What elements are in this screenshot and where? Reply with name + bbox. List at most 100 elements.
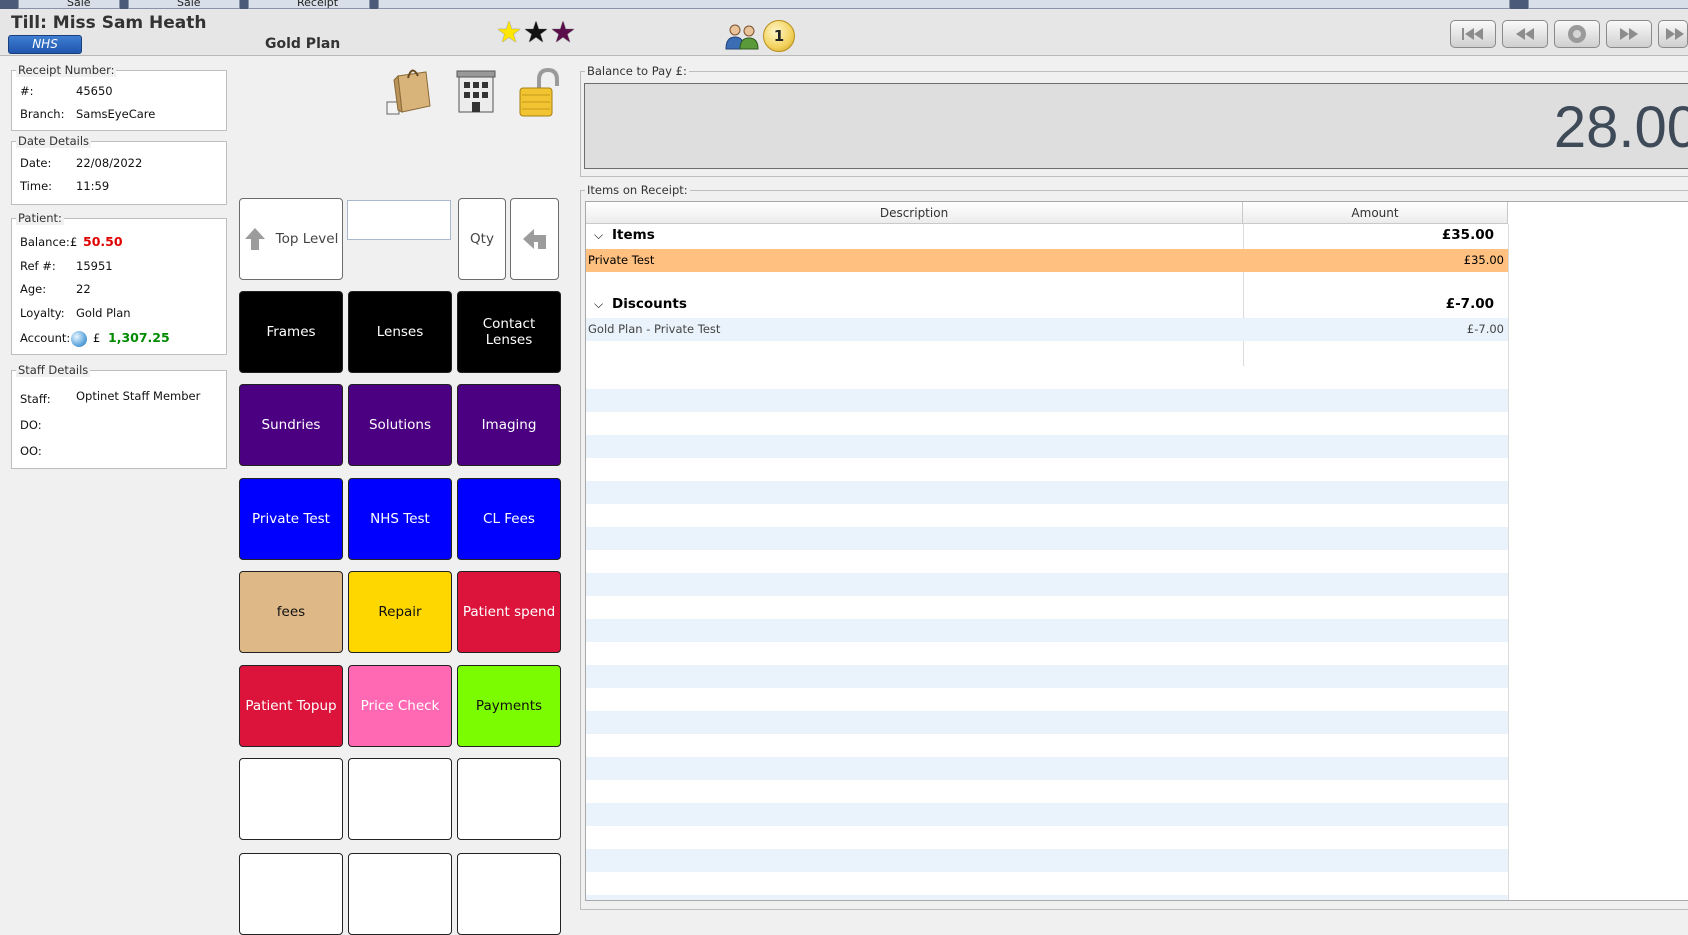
patient-group: Patient: Balance: £ 50.50 Ref #: 15951 A… [11,211,227,355]
last-record-button[interactable] [1658,20,1688,48]
tile-empty[interactable] [348,758,452,840]
tile-imaging[interactable]: Imaging [457,384,561,466]
tile-private-test[interactable]: Private Test [239,478,343,560]
record-button[interactable] [1554,20,1600,48]
row-amount: £-7.00 [1466,322,1504,336]
till-title: Till: Miss Sam Heath [11,13,207,33]
receipt-items-grid[interactable]: Description Amount ⌵ Items £35.00 Privat… [585,201,1688,901]
last-record-icon [1666,28,1684,40]
tile-fees[interactable]: fees [239,571,343,653]
date-value: 22/08/2022 [76,156,143,170]
empty-row [586,665,1508,688]
empty-row [586,458,1508,481]
column-divider-right [1508,224,1509,900]
empty-row [586,366,1508,389]
tile-price-check[interactable]: Price Check [348,665,452,747]
age-value: 22 [76,282,91,296]
tile-empty[interactable] [457,853,561,935]
bag-icon[interactable] [386,66,434,118]
tile-empty[interactable] [457,758,561,840]
tile-empty[interactable] [239,853,343,935]
back-button[interactable] [510,198,559,280]
nhs-badge[interactable]: NHS [8,35,82,54]
tile-nhs-test[interactable]: NHS Test [348,478,452,560]
table-row[interactable]: Private Test £35.00 [586,249,1508,272]
account-value: 1,307.25 [108,330,170,345]
patient-count-badge[interactable]: 1 [763,20,795,52]
staff-value: Optinet Staff Member [76,389,201,403]
empty-row [586,619,1508,642]
balance-to-pay-display: 28.00 [584,83,1688,169]
people-icon[interactable] [724,22,760,50]
tile-cl-fees[interactable]: CL Fees [457,478,561,560]
row-description: Private Test [588,253,655,267]
building-icon[interactable] [456,68,496,114]
tile-contact-lenses[interactable]: Contact Lenses [457,291,561,373]
date-label: Date: [20,156,52,170]
globe-icon[interactable] [71,331,87,347]
tile-payments[interactable]: Payments [457,665,561,747]
age-label: Age: [20,282,47,296]
group-header-discounts[interactable]: ⌵ Discounts £-7.00 [586,293,1508,316]
chevron-down-icon[interactable]: ⌵ [594,293,603,316]
tile-lenses[interactable]: Lenses [348,291,452,373]
patient-legend: Patient: [16,211,64,225]
tile-sundries[interactable]: Sundries [239,384,343,466]
loyalty-value: Gold Plan [76,306,131,320]
date-details-group: Date Details Date: 22/08/2022 Time: 11:5… [11,134,227,205]
empty-row [586,803,1508,826]
menu-tab-right[interactable] [1528,0,1688,9]
chevron-down-icon[interactable]: ⌵ [594,224,603,247]
account-label: Account: [20,331,71,345]
top-level-button[interactable]: Top Level [239,198,343,280]
tile-empty[interactable] [239,758,343,840]
receipt-number-legend: Receipt Number: [16,63,117,77]
empty-row [586,872,1508,895]
loyalty-label: Loyalty: [20,306,65,320]
group-name: Discounts [612,296,687,312]
menu-tab-sale[interactable]: Sale [18,0,120,9]
tile-empty[interactable] [348,853,452,935]
tile-patient-topup[interactable]: Patient Topup [239,665,343,747]
staff-details-group: Staff Details Staff: Optinet Staff Membe… [11,363,227,469]
tile-frames[interactable]: Frames [239,291,343,373]
qty-button[interactable]: Qty [458,198,506,280]
oo-label: OO: [20,444,42,458]
branch-label: Branch: [20,107,65,121]
staff-details-legend: Staff Details [16,363,91,377]
description-column-header[interactable]: Description [586,202,1243,224]
previous-record-button[interactable] [1502,20,1548,48]
balance-currency: £ [70,235,78,249]
balance-to-pay-amount: 28.00 [1553,95,1688,160]
back-arrow-icon [522,229,546,249]
empty-row [586,849,1508,872]
ref-value: 15951 [76,259,113,273]
menu-tab-other[interactable] [378,0,1510,9]
group-header-items[interactable]: ⌵ Items £35.00 [586,224,1508,247]
staff-label: Staff: [20,392,51,406]
next-record-button[interactable] [1606,20,1652,48]
empty-row [586,895,1508,900]
balance-to-pay-legend: Balance to Pay £: [585,64,689,78]
items-on-receipt-legend: Items on Receipt: [585,183,690,197]
purple-star-icon: ★ [550,15,576,49]
empty-row [586,412,1508,435]
amount-column-header[interactable]: Amount [1243,202,1508,224]
record-icon [1568,25,1586,43]
tile-repair[interactable]: Repair [348,571,452,653]
do-label: DO: [20,418,42,432]
tile-solutions[interactable]: Solutions [348,384,452,466]
menu-tab-sale-2[interactable]: Sale [128,0,240,9]
empty-row [586,596,1508,619]
patient-balance-value: 50.50 [83,234,123,249]
first-record-button[interactable] [1450,20,1496,48]
table-row[interactable]: Gold Plan - Private Test £-7.00 [586,318,1508,341]
receipt-number-group: Receipt Number: #: 45650 Branch: SamsEye… [11,63,227,131]
branch-value: SamsEyeCare [76,107,156,121]
group-total: £35.00 [1441,227,1494,243]
menu-tab-receipt[interactable]: Receipt [248,0,370,9]
padlock-icon[interactable] [517,68,561,118]
product-search-input[interactable] [347,200,451,240]
row-description: Gold Plan - Private Test [588,322,721,336]
tile-patient-spend[interactable]: Patient spend [457,571,561,653]
